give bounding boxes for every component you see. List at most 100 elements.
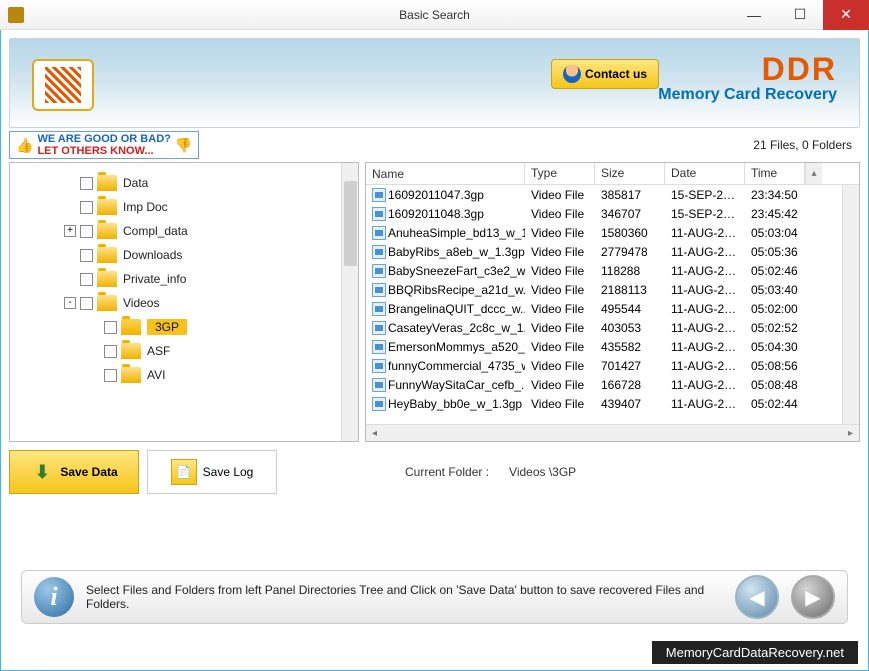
file-time: 05:05:36 bbox=[745, 245, 805, 259]
tree-checkbox[interactable] bbox=[80, 201, 93, 214]
scroll-left-icon[interactable]: ◂ bbox=[366, 425, 383, 442]
minimize-button[interactable]: — bbox=[731, 0, 777, 30]
window-body: Contact us DDR Memory Card Recovery 👍 WE… bbox=[0, 30, 869, 671]
file-date: 11-AUG-2011 bbox=[665, 283, 745, 297]
header-banner: Contact us DDR Memory Card Recovery bbox=[9, 38, 860, 128]
file-date: 11-AUG-2011 bbox=[665, 359, 745, 373]
tree-item[interactable]: -Videos bbox=[14, 291, 337, 315]
folder-icon bbox=[121, 343, 141, 359]
tree-item[interactable]: Private_info bbox=[14, 267, 337, 291]
file-date: 11-AUG-2011 bbox=[665, 226, 745, 240]
video-file-icon bbox=[372, 302, 386, 316]
file-size: 166728 bbox=[595, 378, 665, 392]
file-time: 23:34:50 bbox=[745, 188, 805, 202]
col-time[interactable]: Time bbox=[745, 163, 805, 184]
window-title: Basic Search bbox=[399, 8, 470, 22]
table-row[interactable]: 16092011047.3gpVideo File38581715-SEP-20… bbox=[366, 185, 842, 204]
col-name[interactable]: Name bbox=[366, 163, 525, 184]
file-name: funnyCommercial_4735_w... bbox=[388, 359, 525, 373]
tree-checkbox[interactable] bbox=[80, 225, 93, 238]
prev-button[interactable]: ◀ bbox=[735, 575, 779, 619]
file-time: 23:45:42 bbox=[745, 207, 805, 221]
tree-label: Private_info bbox=[123, 272, 186, 286]
file-type: Video File bbox=[525, 359, 595, 373]
table-row[interactable]: 16092011048.3gpVideo File34670715-SEP-20… bbox=[366, 204, 842, 223]
file-name: AnuheaSimple_bd13_w_1... bbox=[388, 226, 525, 240]
contact-us-button[interactable]: Contact us bbox=[551, 59, 659, 89]
file-size: 118288 bbox=[595, 264, 665, 278]
tree-item[interactable]: Downloads bbox=[14, 243, 337, 267]
list-hscrollbar[interactable]: ◂ ▸ bbox=[366, 424, 859, 441]
tree-item[interactable]: Data bbox=[14, 171, 337, 195]
file-name: CasateyVeras_2c8c_w_1... bbox=[388, 321, 525, 335]
file-size: 701427 bbox=[595, 359, 665, 373]
tree-item[interactable]: 3GP bbox=[14, 315, 337, 339]
file-type: Video File bbox=[525, 188, 595, 202]
feedback-line1: WE ARE GOOD OR BAD? bbox=[37, 133, 170, 145]
file-time: 05:02:52 bbox=[745, 321, 805, 335]
table-row[interactable]: CasateyVeras_2c8c_w_1...Video File403053… bbox=[366, 318, 842, 337]
save-log-label: Save Log bbox=[203, 465, 254, 479]
tree-checkbox[interactable] bbox=[80, 273, 93, 286]
table-row[interactable]: BBQRibsRecipe_a21d_w...Video File2188113… bbox=[366, 280, 842, 299]
file-date: 11-AUG-2011 bbox=[665, 321, 745, 335]
save-data-icon: ⬇ bbox=[30, 460, 54, 484]
tree-checkbox[interactable] bbox=[80, 177, 93, 190]
table-row[interactable]: AnuheaSimple_bd13_w_1...Video File158036… bbox=[366, 223, 842, 242]
tree-item[interactable]: AVI bbox=[14, 363, 337, 387]
scroll-up-icon[interactable]: ▴ bbox=[805, 163, 822, 184]
tree-checkbox[interactable] bbox=[104, 345, 117, 358]
tree-item[interactable]: ASF bbox=[14, 339, 337, 363]
video-file-icon bbox=[372, 340, 386, 354]
brand-subtitle: Memory Card Recovery bbox=[658, 86, 837, 104]
file-list-panel: Name Type Size Date Time ▴ 16092011047.3… bbox=[365, 162, 860, 442]
table-row[interactable]: BabySneezeFart_c3e2_w...Video File118288… bbox=[366, 261, 842, 280]
table-row[interactable]: HeyBaby_bb0e_w_1.3gpVideo File43940711-A… bbox=[366, 394, 842, 413]
tree-checkbox[interactable] bbox=[80, 297, 93, 310]
feedback-banner[interactable]: 👍 WE ARE GOOD OR BAD? LET OTHERS KNOW...… bbox=[9, 131, 199, 159]
tree-scrollbar[interactable] bbox=[341, 163, 358, 441]
save-data-label: Save Data bbox=[60, 465, 117, 479]
file-time: 05:02:44 bbox=[745, 397, 805, 411]
tree-body[interactable]: DataImp Doc+Compl_dataDownloads Private_i… bbox=[10, 163, 341, 441]
current-folder: Current Folder : Videos \3GP bbox=[405, 465, 576, 479]
table-row[interactable]: EmersonMommys_a520_w...Video File4355821… bbox=[366, 337, 842, 356]
next-button[interactable]: ▶ bbox=[791, 575, 835, 619]
file-size: 495544 bbox=[595, 302, 665, 316]
brand-block: DDR Memory Card Recovery bbox=[658, 51, 837, 104]
tree-checkbox[interactable] bbox=[104, 369, 117, 382]
list-header[interactable]: Name Type Size Date Time ▴ bbox=[366, 163, 859, 185]
save-log-button[interactable]: 📄 Save Log bbox=[147, 450, 277, 494]
tree-item[interactable]: Imp Doc bbox=[14, 195, 337, 219]
col-size[interactable]: Size bbox=[595, 163, 665, 184]
contact-avatar-icon bbox=[563, 65, 581, 83]
scroll-right-icon[interactable]: ▸ bbox=[842, 425, 859, 442]
tree-label: ASF bbox=[147, 344, 170, 358]
expand-icon[interactable]: + bbox=[64, 225, 76, 237]
video-file-icon bbox=[372, 321, 386, 335]
table-row[interactable]: BabyRibs_a8eb_w_1.3gpVideo File277947811… bbox=[366, 242, 842, 261]
file-name: BrangelinaQUIT_dccc_w... bbox=[388, 302, 525, 316]
maximize-button[interactable]: ☐ bbox=[777, 0, 823, 30]
table-row[interactable]: funnyCommercial_4735_w...Video File70142… bbox=[366, 356, 842, 375]
tree-item[interactable]: +Compl_data bbox=[14, 219, 337, 243]
tree-checkbox[interactable] bbox=[104, 321, 117, 334]
collapse-icon[interactable]: - bbox=[64, 297, 76, 309]
close-button[interactable]: ✕ bbox=[823, 0, 869, 30]
list-body[interactable]: 16092011047.3gpVideo File38581715-SEP-20… bbox=[366, 185, 842, 424]
save-data-button[interactable]: ⬇ Save Data bbox=[9, 450, 139, 494]
feedback-line2: LET OTHERS KNOW... bbox=[37, 145, 153, 157]
file-date: 11-AUG-2011 bbox=[665, 245, 745, 259]
table-row[interactable]: BrangelinaQUIT_dccc_w...Video File495544… bbox=[366, 299, 842, 318]
tree-checkbox[interactable] bbox=[80, 249, 93, 262]
table-row[interactable]: FunnyWaySitaCar_cefb_...Video File166728… bbox=[366, 375, 842, 394]
folder-icon bbox=[97, 247, 117, 263]
file-size: 2188113 bbox=[595, 283, 665, 297]
list-vscrollbar[interactable] bbox=[842, 185, 859, 424]
col-type[interactable]: Type bbox=[525, 163, 595, 184]
footer-link[interactable]: MemoryCardDataRecovery.net bbox=[652, 641, 858, 664]
col-date[interactable]: Date bbox=[665, 163, 745, 184]
file-type: Video File bbox=[525, 302, 595, 316]
file-type: Video File bbox=[525, 340, 595, 354]
app-icon bbox=[8, 7, 24, 23]
